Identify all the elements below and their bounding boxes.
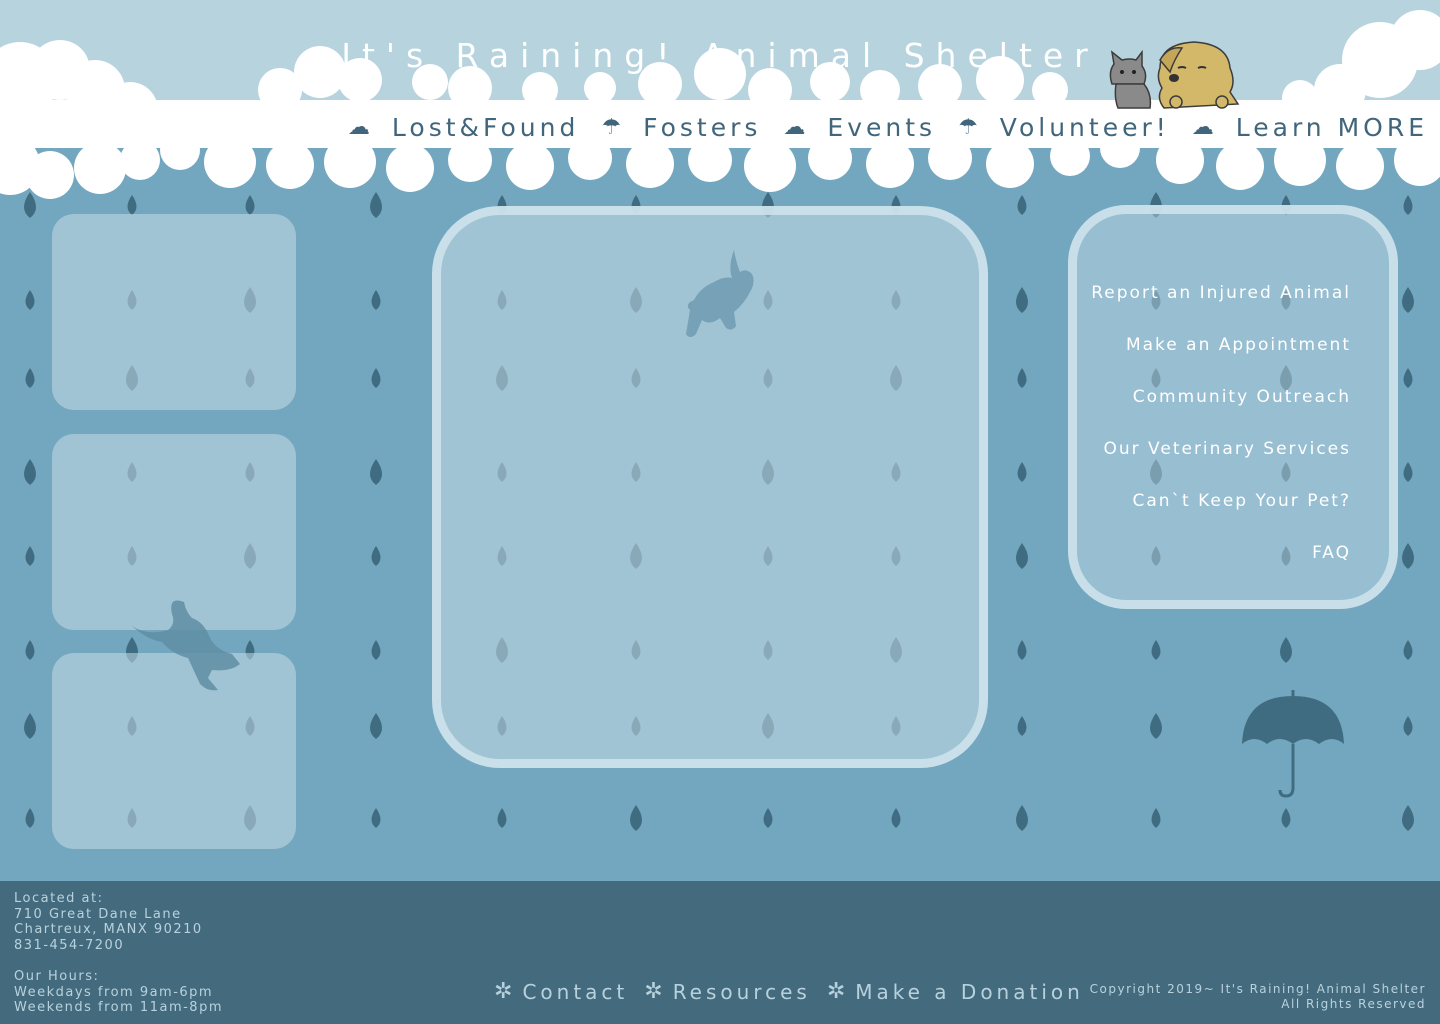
raindrop (763, 808, 773, 828)
raindrop (1151, 640, 1161, 660)
location-label: Located at: (14, 891, 104, 906)
falling-cat-silhouette-icon (132, 600, 240, 691)
umbrella-icon: ☂ (601, 114, 622, 140)
raindrop (371, 368, 381, 388)
asterisk-icon: ✲ (644, 979, 663, 1004)
raindrop (1402, 287, 1414, 313)
nav-lost-found[interactable]: Lost&Found (392, 113, 579, 142)
raindrop (1281, 808, 1291, 828)
quick-links-panel: Report an Injured Animal Make an Appoint… (1068, 205, 1398, 609)
raindrop (1016, 543, 1028, 569)
raindrop (1403, 368, 1413, 388)
footer-link-contact[interactable]: Contact (522, 980, 628, 1004)
address-line2: Chartreux, MANX 90210 (14, 922, 203, 937)
raindrop (370, 459, 382, 485)
cat-icon (1109, 49, 1152, 109)
raindrop (1017, 368, 1027, 388)
link-faq[interactable]: FAQ (1091, 536, 1351, 588)
raindrop (1403, 716, 1413, 736)
cloud-icon: ☁ (347, 114, 370, 140)
raindrop (1017, 462, 1027, 482)
nav-volunteer[interactable]: Volunteer! (1000, 113, 1170, 142)
cloud-icon: ☁ (1191, 114, 1214, 140)
raindrop (1280, 637, 1292, 663)
raindrop (630, 805, 642, 831)
raindrop (1150, 713, 1162, 739)
raindrop (25, 368, 35, 388)
asterisk-icon: ✲ (494, 979, 513, 1004)
raindrop (1403, 640, 1413, 660)
cloud-icon: ☁ (783, 114, 806, 140)
left-panel-1[interactable] (52, 214, 296, 410)
address-line1: 710 Great Dane Lane (14, 906, 182, 922)
raindrop (370, 713, 382, 739)
link-make-appointment[interactable]: Make an Appointment (1091, 328, 1351, 380)
footer: Located at: 710 Great Dane Lane Chartreu… (0, 881, 1440, 1024)
nav-fosters[interactable]: Fosters (643, 113, 761, 142)
cat-and-dog-illustration (1109, 41, 1240, 109)
footer-link-donation[interactable]: Make a Donation (855, 980, 1084, 1004)
raindrop (24, 459, 36, 485)
falling-cat-silhouette-icon (686, 250, 754, 337)
link-cant-keep-pet[interactable]: Can`t Keep Your Pet? (1091, 484, 1351, 536)
link-veterinary-services[interactable]: Our Veterinary Services (1091, 432, 1351, 484)
nav-learn-more[interactable]: Learn MORE (1236, 113, 1428, 142)
raindrop (24, 713, 36, 739)
raindrop (1017, 640, 1027, 660)
main-nav: ☁ Lost&Found ☂ Fosters ☁ Events ☂ Volunt… (348, 110, 1428, 144)
raindrop (25, 546, 35, 566)
address-block: Located at: 710 Great Dane Lane Chartreu… (14, 891, 223, 1016)
raindrop (1017, 716, 1027, 736)
quick-links-list: Report an Injured Animal Make an Appoint… (1091, 276, 1351, 588)
raindrop (1016, 805, 1028, 831)
raindrop (1016, 287, 1028, 313)
raindrop (25, 290, 35, 310)
footer-link-resources[interactable]: Resources (673, 980, 811, 1004)
nav-events[interactable]: Events (827, 113, 936, 142)
raindrop (1403, 462, 1413, 482)
raindrop (1402, 805, 1414, 831)
hours-label: Our Hours: (14, 969, 100, 984)
hours-weekends: Weekends from 11am-8pm (14, 1000, 223, 1015)
link-report-injured-animal[interactable]: Report an Injured Animal (1091, 276, 1351, 328)
copyright: Copyright 2019~ It's Raining! Animal She… (1090, 982, 1426, 1011)
asterisk-icon: ✲ (826, 979, 846, 1004)
copyright-line2: All Rights Reserved (1281, 996, 1426, 1011)
raindrop (371, 546, 381, 566)
copyright-line1: Copyright 2019~ It's Raining! Animal She… (1089, 982, 1426, 996)
footer-nav: ✲ Contact ✲ Resources ✲ Make a Donation (494, 979, 1090, 1004)
raindrop (371, 808, 381, 828)
dog-icon (1157, 41, 1240, 109)
raindrop (25, 640, 35, 660)
raindrop (1151, 808, 1161, 828)
raindrop (371, 290, 381, 310)
umbrella-icon (1242, 690, 1344, 798)
raindrop (497, 808, 507, 828)
raindrop (891, 808, 901, 828)
hours-weekdays: Weekdays from 9am-6pm (14, 984, 214, 1000)
umbrella-icon: ☂ (958, 114, 978, 140)
raindrop (371, 640, 381, 660)
raindrop (1402, 543, 1414, 569)
link-community-outreach[interactable]: Community Outreach (1091, 380, 1351, 432)
phone-number: 831-454-7200 (14, 937, 125, 953)
raindrop (25, 808, 35, 828)
